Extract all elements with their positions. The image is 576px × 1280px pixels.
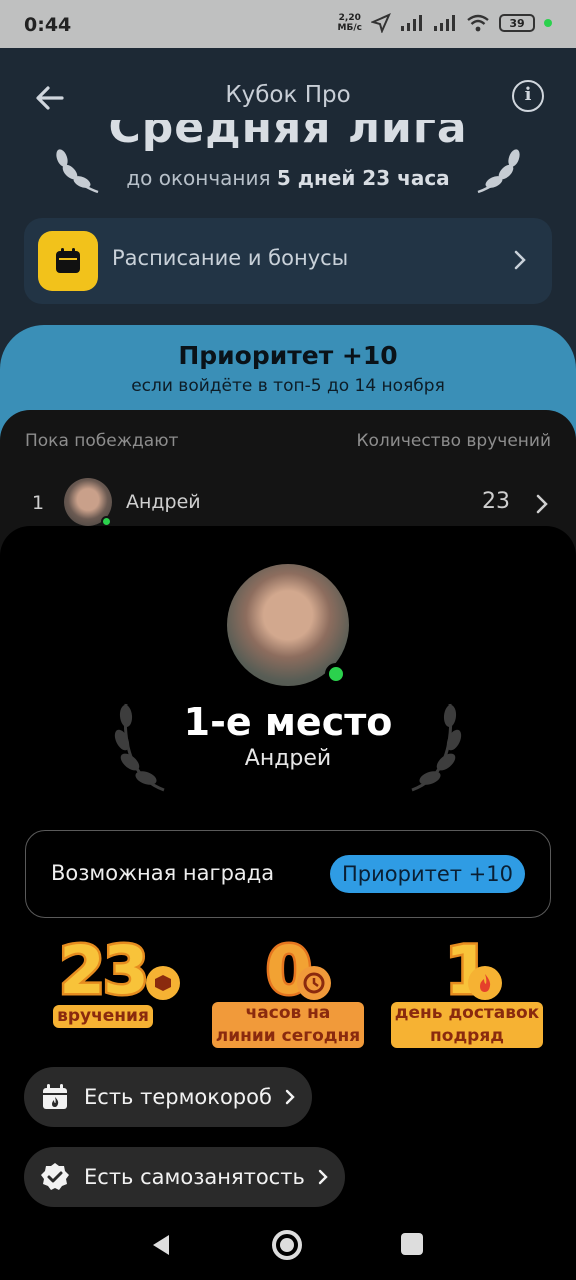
clock-icon: [297, 966, 331, 1000]
feature-thermobox-label: Есть термокороб: [84, 1085, 272, 1109]
leaderboard-rank: 1: [32, 492, 45, 514]
leaderboard-col-left: Пока побеждают: [25, 431, 179, 451]
system-nav-bar: [0, 1210, 576, 1280]
nav-back-icon[interactable]: [148, 1232, 174, 1258]
stat-deliveries-caption: вручения: [53, 1005, 153, 1028]
box-icon: [146, 966, 180, 1000]
status-bar: 0:44 2,20 МБ/с 39: [0, 0, 576, 48]
feature-selfemployed-pill[interactable]: Есть самозанятость: [24, 1147, 345, 1207]
feature-thermobox-pill[interactable]: Есть термокороб: [24, 1067, 312, 1127]
stat-hours-caption-line1: часов на: [245, 1003, 331, 1023]
page-title: Кубок Про: [225, 82, 351, 108]
deadline-prefix: до окончания: [126, 166, 277, 190]
chevron-right-icon: [536, 494, 548, 514]
nav-home-icon[interactable]: [272, 1230, 302, 1260]
verified-badge-icon: [38, 1160, 72, 1194]
battery-icon: 39: [499, 14, 535, 32]
schedule-label: Расписание и бонусы: [112, 246, 349, 270]
place-title: 1-е место: [183, 700, 393, 744]
chevron-right-icon: [285, 1089, 295, 1105]
network-speed-unit: МБ/с: [337, 23, 362, 33]
stat-hours-caption: часов на линии сегодня: [211, 1002, 365, 1048]
wifi-icon: [467, 14, 489, 32]
stat-streak-caption: день доставок подряд: [390, 1002, 544, 1048]
stat-hours-value: 0: [264, 932, 315, 1009]
nav-recents-icon[interactable]: [401, 1233, 423, 1255]
stat-streak-caption-line2: подряд: [430, 1026, 504, 1046]
flame-icon: [468, 966, 502, 1000]
stat-streak-badge: 1 день доставок подряд: [382, 932, 552, 1048]
thermobox-icon: [38, 1080, 72, 1114]
leaderboard-count: 23: [482, 489, 510, 514]
battery-level: 39: [509, 16, 525, 30]
status-time: 0:44: [24, 14, 72, 36]
signal-2-icon: [434, 15, 455, 31]
chevron-right-icon: [514, 250, 526, 270]
schedule-bonuses-button[interactable]: Расписание и бонусы: [24, 218, 552, 304]
priority-subtitle: если войдёте в топ-5 до 14 ноября: [131, 376, 445, 396]
online-indicator: [325, 663, 347, 685]
privacy-dot-icon: [544, 19, 552, 27]
reward-chip: Приоритет +10: [330, 855, 525, 893]
location-arrow-icon: [371, 13, 391, 33]
calendar-icon: [38, 231, 98, 291]
deadline-text: до окончания 5 дней 23 часа: [0, 166, 576, 190]
stat-deliveries-badge: 23 вручения: [18, 933, 188, 1028]
feature-selfemployed-label: Есть самозанятость: [84, 1165, 305, 1189]
info-icon[interactable]: i: [512, 80, 544, 112]
stat-hours-badge: 0 часов на линии сегодня: [203, 932, 373, 1048]
reward-card: Возможная награда Приоритет +10: [25, 830, 551, 918]
profile-bottom-sheet: 1-е место Андрей Возможная награда Приор…: [0, 526, 576, 1280]
reward-label: Возможная награда: [51, 861, 275, 885]
chevron-right-icon: [318, 1169, 328, 1185]
stat-streak-value: 1: [443, 932, 494, 1009]
profile-name: Андрей: [244, 746, 332, 771]
deadline-value: 5 дней 23 часа: [276, 166, 450, 190]
network-speed: 2,20 МБ/с: [338, 13, 362, 33]
network-speed-value: 2,20: [338, 13, 361, 23]
leaderboard-name: Андрей: [126, 491, 201, 513]
stat-hours-caption-line2: линии сегодня: [215, 1026, 361, 1046]
leaderboard-col-right: Количество вручений: [356, 431, 551, 451]
signal-icon: [401, 15, 422, 31]
priority-title: Приоритет +10: [178, 341, 398, 370]
status-icons: 2,20 МБ/с 39: [338, 13, 552, 33]
stat-streak-caption-line1: день доставок: [394, 1003, 540, 1023]
